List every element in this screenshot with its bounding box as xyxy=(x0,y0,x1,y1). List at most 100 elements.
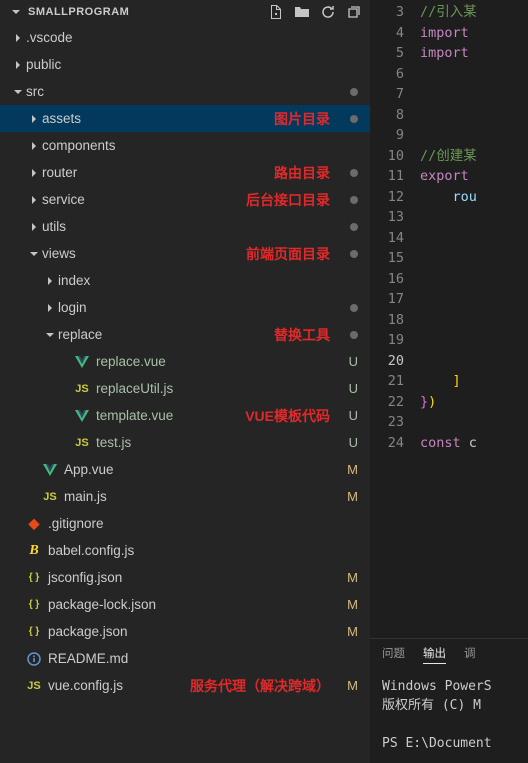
item-label: .gitignore xyxy=(48,516,104,531)
modified-dot-icon xyxy=(350,169,358,177)
file-tree: .vscode public src assets 图片目录 components rout… xyxy=(0,24,370,699)
modified-dot-icon xyxy=(350,88,358,96)
json-icon: { } xyxy=(26,597,42,613)
file-package-json[interactable]: { }package.jsonM xyxy=(0,618,370,645)
item-label: test.js xyxy=(96,435,131,450)
file-explorer: SMALLPROGRAM .vscode public src assets 图片目录 c… xyxy=(0,0,370,763)
item-label: views xyxy=(42,246,76,261)
folder-src[interactable]: src xyxy=(0,78,370,105)
folder-service[interactable]: service后台接口目录 xyxy=(0,186,370,213)
panel-tab-0[interactable]: 问题 xyxy=(382,645,405,661)
babel-icon: B xyxy=(26,543,42,559)
item-label: replaceUtil.js xyxy=(96,381,173,396)
item-label: App.vue xyxy=(64,462,114,477)
new-folder-icon[interactable] xyxy=(294,4,310,20)
file-main-js[interactable]: JSmain.jsM xyxy=(0,483,370,510)
header-actions xyxy=(268,4,362,20)
json-icon: { } xyxy=(26,624,42,640)
item-label: assets xyxy=(42,111,81,126)
js-icon: JS xyxy=(74,435,90,451)
modified-dot-icon xyxy=(350,115,358,123)
panel-tabs: 问题 输出 调 xyxy=(370,639,528,667)
info-icon xyxy=(26,651,42,667)
folder-assets[interactable]: assets 图片目录 xyxy=(0,105,370,132)
file-README-md[interactable]: README.md xyxy=(0,645,370,672)
item-label: replace xyxy=(58,327,102,342)
folder-router[interactable]: router 路由目录 xyxy=(0,159,370,186)
item-label: .vscode xyxy=(26,30,73,45)
git-icon: ◆ xyxy=(26,516,42,532)
git-status: M xyxy=(347,462,358,477)
code-area[interactable]: 3456789101112131415161718192021222324 //… xyxy=(370,0,528,638)
annotation: 前端页面目录 xyxy=(246,244,330,264)
modified-dot-icon xyxy=(350,304,358,312)
terminal-output[interactable]: Windows PowerS 版权所有 (C) M PS E:\Document xyxy=(370,667,528,763)
editor-pane: 3456789101112131415161718192021222324 //… xyxy=(370,0,528,763)
item-label: jsconfig.json xyxy=(48,570,122,585)
file--gitignore[interactable]: ◆ .gitignore xyxy=(0,510,370,537)
git-status: M xyxy=(347,678,358,693)
file-package-lock-json[interactable]: { } package-lock.json M xyxy=(0,591,370,618)
folder-replace[interactable]: replace替换工具 xyxy=(0,321,370,348)
folder-login[interactable]: login xyxy=(0,294,370,321)
folder-views[interactable]: views 前端页面目录 xyxy=(0,240,370,267)
git-status: U xyxy=(349,381,358,396)
annotation: 后台接口目录 xyxy=(246,190,330,210)
git-status: U xyxy=(349,354,358,369)
item-label: src xyxy=(26,84,44,99)
item-label: README.md xyxy=(48,651,128,666)
item-label: package.json xyxy=(48,624,128,639)
project-title: SMALLPROGRAM xyxy=(28,6,129,18)
item-label: package-lock.json xyxy=(48,597,156,612)
code-content: //引入某import import //创建某export rou ]}) c… xyxy=(420,0,477,638)
git-status: M xyxy=(347,597,358,612)
js-icon: JS xyxy=(74,381,90,397)
collapse-all-icon[interactable] xyxy=(346,4,362,20)
annotation: 服务代理（解决跨域） xyxy=(190,676,330,696)
modified-dot-icon xyxy=(350,223,358,231)
folder--vscode[interactable]: .vscode xyxy=(0,24,370,51)
panel-tab-2[interactable]: 调 xyxy=(464,645,476,661)
folder-public[interactable]: public xyxy=(0,51,370,78)
item-label: index xyxy=(58,273,90,288)
folder-utils[interactable]: utils xyxy=(0,213,370,240)
file-App-vue[interactable]: App.vue M xyxy=(0,456,370,483)
new-file-icon[interactable] xyxy=(268,4,284,20)
file-babel-config-js[interactable]: Bbabel.config.js xyxy=(0,537,370,564)
item-label: public xyxy=(26,57,61,72)
file-test-js[interactable]: JStest.jsU xyxy=(0,429,370,456)
annotation: 图片目录 xyxy=(274,109,330,129)
refresh-icon[interactable] xyxy=(320,4,336,20)
vue-icon xyxy=(74,354,90,370)
file-vue-config-js[interactable]: JS vue.config.js 服务代理（解决跨域） M xyxy=(0,672,370,699)
file-template-vue[interactable]: template.vue VUE模板代码 U xyxy=(0,402,370,429)
js-icon: JS xyxy=(42,489,58,505)
item-label: login xyxy=(58,300,87,315)
line-gutter: 3456789101112131415161718192021222324 xyxy=(370,0,420,638)
item-label: template.vue xyxy=(96,408,173,423)
chevron-down-icon xyxy=(8,4,24,20)
item-label: vue.config.js xyxy=(48,678,123,693)
annotation: 路由目录 xyxy=(274,163,330,183)
annotation: VUE模板代码 xyxy=(245,406,330,426)
modified-dot-icon xyxy=(350,196,358,204)
folder-index[interactable]: index xyxy=(0,267,370,294)
folder-components[interactable]: components xyxy=(0,132,370,159)
file-jsconfig-json[interactable]: { }jsconfig.jsonM xyxy=(0,564,370,591)
modified-dot-icon xyxy=(350,250,358,258)
item-label: replace.vue xyxy=(96,354,166,369)
item-label: babel.config.js xyxy=(48,543,134,558)
git-status: M xyxy=(347,570,358,585)
panel-tab-1[interactable]: 输出 xyxy=(423,645,446,661)
vue-icon xyxy=(42,462,58,478)
file-replaceUtil-js[interactable]: JS replaceUtil.js U xyxy=(0,375,370,402)
file-replace-vue[interactable]: replace.vue U xyxy=(0,348,370,375)
git-status: U xyxy=(349,408,358,423)
item-label: router xyxy=(42,165,77,180)
vue-icon xyxy=(74,408,90,424)
item-label: utils xyxy=(42,219,66,234)
explorer-header[interactable]: SMALLPROGRAM xyxy=(0,0,370,24)
modified-dot-icon xyxy=(350,331,358,339)
item-label: components xyxy=(42,138,116,153)
js-icon: JS xyxy=(26,678,42,694)
